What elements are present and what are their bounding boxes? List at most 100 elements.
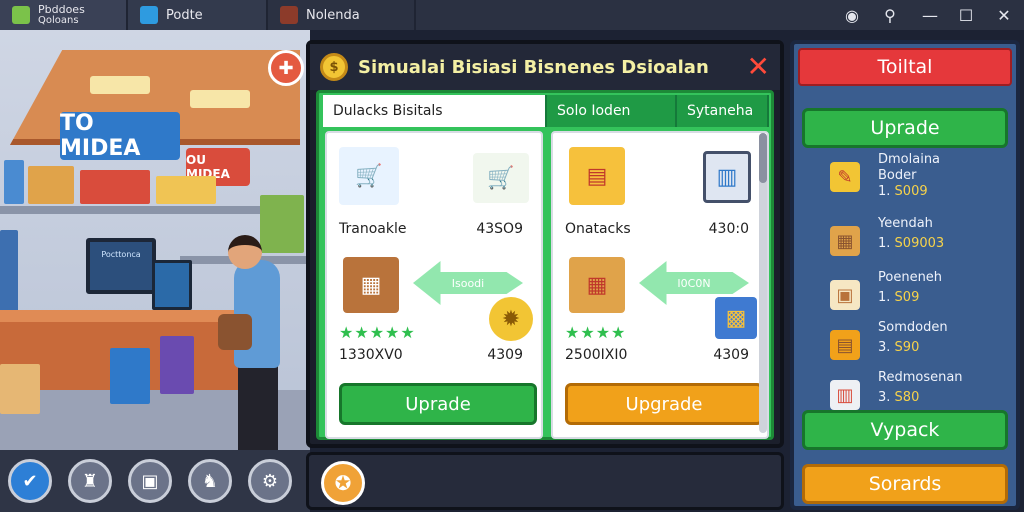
panel-item-value: 1. S09 — [878, 290, 920, 305]
record-icon[interactable]: ◉ — [832, 0, 872, 30]
crate-icon: ▦ — [830, 226, 860, 256]
medal-icon[interactable]: ✪ — [321, 461, 365, 505]
minimize-icon[interactable]: — — [910, 0, 950, 30]
gear-icon[interactable]: ⚙ — [248, 459, 292, 503]
game-thumbnail-icon — [280, 6, 298, 24]
tab-app-sub: Qoloans — [38, 15, 79, 26]
sorards-button[interactable]: Sorards — [802, 464, 1008, 504]
product-box — [260, 195, 304, 253]
panel-upgrade-button[interactable]: Uprade — [802, 108, 1008, 148]
counter-poster — [110, 348, 150, 404]
trophy-icon[interactable]: ♜ — [68, 459, 112, 503]
scrollbar-thumb[interactable] — [759, 133, 767, 183]
dialog-footer: ✪ — [306, 452, 784, 510]
panel-item[interactable]: ▦ Yeendah 1. S09003 — [824, 216, 1004, 262]
cardboard-box — [0, 364, 40, 414]
panel-item-name: Yeendah — [878, 216, 933, 231]
ceiling-lamp — [90, 76, 150, 94]
box-icon[interactable]: ▣ — [128, 459, 172, 503]
knight-icon[interactable]: ♞ — [188, 459, 232, 503]
tab-game[interactable]: Nolenda — [268, 0, 416, 30]
arrow-label: I0C0N — [677, 276, 711, 290]
panel-item-name: Poeneneh — [878, 270, 943, 285]
panel-item-value: 3. S90 — [878, 340, 920, 355]
counter-poster — [160, 336, 194, 394]
tab-home[interactable]: Podte — [128, 0, 268, 30]
panel-item[interactable]: ✎ Dmolaina Boder 1. S009 — [824, 152, 1004, 199]
product-box — [0, 230, 18, 320]
shopper-bag — [218, 314, 252, 350]
ceiling-lamp — [190, 90, 250, 108]
shelf — [0, 206, 300, 214]
panel-item-name: Somdoden — [878, 320, 948, 335]
close-dialog-icon[interactable]: ✕ — [747, 50, 770, 83]
check-icon[interactable]: ✔ — [8, 459, 52, 503]
bottom-toolbar: ✔ ♜ ▣ ♞ ⚙ — [0, 450, 310, 512]
panel-item-value: 1. S09003 — [878, 236, 945, 251]
tablet — [152, 260, 192, 310]
panel-item[interactable]: ▣ Poeneneh 1. S09 — [824, 270, 1004, 316]
item-price: 43SO9 — [476, 221, 523, 237]
close-icon[interactable]: ✕ — [984, 0, 1024, 30]
product-box — [28, 166, 74, 204]
tab-app-label: Pbddoes — [38, 3, 85, 16]
upgrade-button[interactable]: Upgrade — [565, 383, 763, 425]
item-name: Tranoakle — [339, 221, 407, 237]
panel-item-name: Dmolaina — [878, 152, 941, 167]
item-stats: 2500IXI0 — [565, 347, 628, 363]
basket-icon: ▩ — [715, 297, 757, 339]
rating-stars: ★★★★ — [565, 323, 627, 342]
item-name: Onatacks — [565, 221, 631, 237]
register-box-icon: ▦ — [569, 257, 625, 313]
totals-panel: Toiltal Uprade ✎ Dmolaina Boder 1. S009 … — [790, 40, 1020, 510]
upgrade-cost: 4309 — [713, 347, 749, 363]
product-box — [156, 176, 216, 204]
panel-item[interactable]: ▤ Somdoden 3. S90 — [824, 320, 1004, 366]
gift-icon: ▤ — [830, 330, 860, 360]
pencil-icon: ✎ — [830, 162, 860, 192]
title-bar: Pbddoes Qoloans Podte Nolenda ◉ ⚲ — ☐ ✕ — [0, 0, 1024, 30]
product-box — [4, 160, 24, 204]
package-icon: ▥ — [830, 380, 860, 410]
shopper-head — [228, 235, 262, 269]
dialog-title: Simualai Bisiasi Bisnenes Dsioalan — [358, 56, 709, 78]
tab-app[interactable]: Pbddoes Qoloans — [0, 0, 128, 30]
home-icon — [140, 6, 158, 24]
gear-coin-icon: ✹ — [489, 297, 533, 341]
monitor-text: Pocttonca — [101, 250, 141, 259]
dialog-tabs: Dulacks Bisitals Solo Ioden Sytaneha — [323, 95, 769, 127]
panel-item-name: Redmosenan — [878, 370, 963, 385]
tab-business[interactable]: Dulacks Bisitals — [323, 95, 547, 127]
scrollbar[interactable] — [759, 133, 767, 433]
cart-produce-icon: 🛒 — [473, 153, 529, 203]
arrow-label: Isoodi — [451, 276, 485, 290]
business-dialog: $ Simualai Bisiasi Bisnenes Dsioalan ✕ D… — [306, 40, 784, 448]
tab-home-label: Podte — [166, 7, 203, 23]
upgrade-button[interactable]: Uprade — [339, 383, 537, 425]
store-scene: TO MIDEA OU MIDEA Pocttonca ✚ — [0, 30, 310, 450]
pos-monitor: Pocttonca — [86, 238, 156, 294]
store-sign: TO MIDEA — [60, 111, 180, 161]
tab-systems[interactable]: Sytaneha — [677, 95, 769, 127]
crate-icon: ▦ — [343, 257, 399, 313]
panel-item-value: 3. S80 — [878, 390, 920, 405]
tab-solo[interactable]: Solo Ioden — [547, 95, 677, 127]
coin-icon: $ — [320, 53, 348, 81]
box-icon: ▣ — [830, 280, 860, 310]
vypack-button[interactable]: Vypack — [802, 410, 1008, 450]
upgrade-card: ▤ ▥ Onatacks 430:0 ▦ I0C0N ▩ ★★★★ 2500IX… — [551, 131, 769, 439]
rating-stars: ★★★★★ — [339, 323, 416, 342]
upgrade-cost: 4309 — [487, 347, 523, 363]
shop-badge-icon[interactable]: ✚ — [268, 50, 304, 86]
maximize-icon[interactable]: ☐ — [946, 0, 986, 30]
item-stats: 1330XV0 — [339, 347, 403, 363]
pin-icon[interactable]: ⚲ — [870, 0, 910, 30]
dialog-header: $ Simualai Bisiasi Bisnenes Dsioalan ✕ — [310, 44, 780, 90]
product-box — [80, 170, 150, 204]
item-price: 430:0 — [708, 221, 749, 237]
app-logo-icon — [12, 6, 30, 24]
tablet-icon: ▥ — [703, 151, 751, 203]
upgrade-card: 🛒 🛒 Tranoakle 43SO9 ▦ Isoodi ✹ ★★★★★ 133… — [325, 131, 543, 439]
tab-game-label: Nolenda — [306, 7, 360, 23]
shopper-legs — [238, 360, 278, 450]
